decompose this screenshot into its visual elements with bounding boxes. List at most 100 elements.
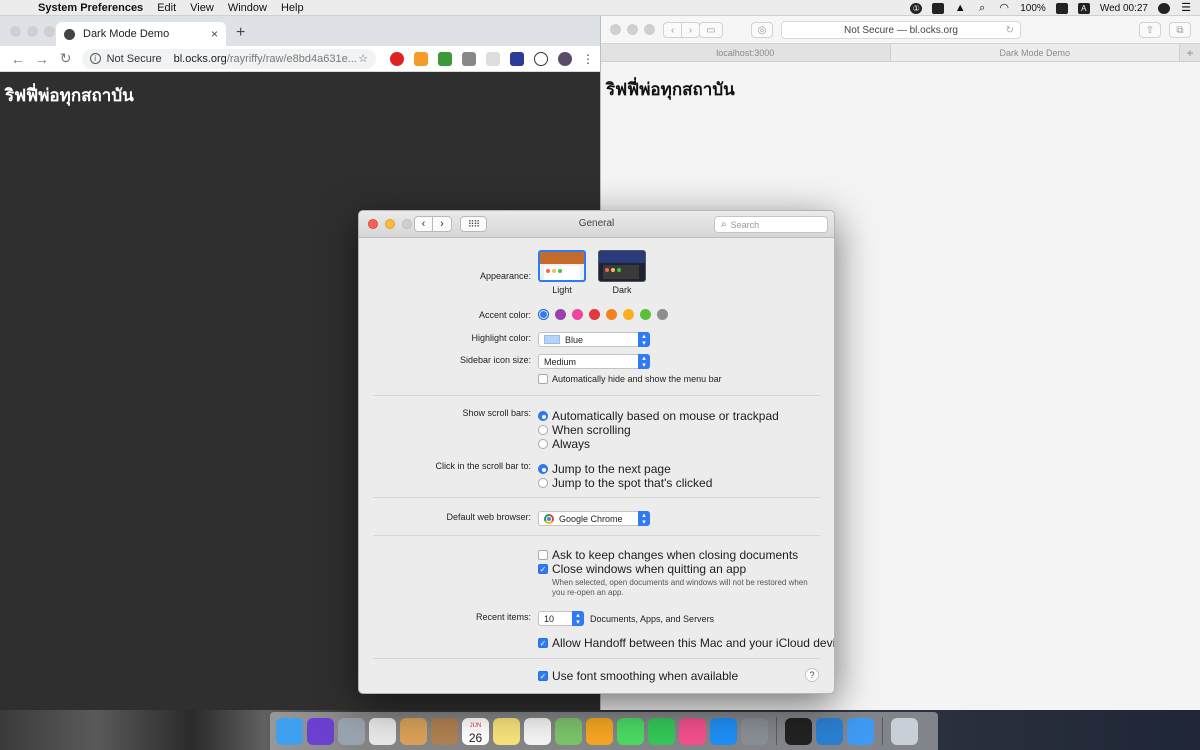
back-arrow-icon[interactable]: ‹ — [663, 22, 682, 38]
font-smoothing-checkbox[interactable]: ✓ Use font smoothing when available — [538, 669, 738, 683]
onepassword-extension-icon[interactable] — [533, 51, 548, 66]
reload-icon[interactable]: ↻ — [54, 50, 78, 67]
safari-icon[interactable] — [847, 717, 874, 745]
wifi-icon[interactable]: ◠ — [998, 2, 1010, 14]
onepassword-icon[interactable]: ◎ — [751, 22, 773, 38]
calendar-icon[interactable]: JUN 26 — [462, 717, 489, 745]
extension-blank-icon[interactable] — [485, 51, 500, 66]
facetime-icon[interactable] — [648, 717, 675, 745]
reload-icon[interactable]: ↻ — [1006, 25, 1014, 36]
messages-icon[interactable] — [617, 717, 644, 745]
cloudflare-icon[interactable] — [413, 51, 428, 66]
accent-color-swatch[interactable] — [572, 309, 583, 320]
menu-window[interactable]: Window — [228, 2, 267, 14]
menu-help[interactable]: Help — [281, 2, 304, 14]
minimize-window-button[interactable] — [627, 24, 638, 35]
maps-icon[interactable] — [555, 717, 582, 745]
close-window-button[interactable] — [610, 24, 621, 35]
onepassword-icon[interactable]: ① — [910, 2, 923, 14]
help-button[interactable]: ? — [805, 668, 819, 682]
click-scroll-option-next-page[interactable]: Jump to the next page — [538, 462, 671, 476]
handoff-checkbox[interactable]: ✓ Allow Handoff between this Mac and you… — [538, 636, 834, 650]
photos-icon[interactable] — [586, 717, 613, 745]
safari-tab-localhost[interactable]: localhost:3000 — [601, 44, 891, 61]
forward-arrow-icon[interactable]: › — [681, 22, 700, 38]
accent-color-swatch[interactable] — [555, 309, 566, 320]
scroll-bars-option-always[interactable]: Always — [538, 437, 590, 451]
zoom-window-button[interactable] — [644, 24, 655, 35]
menu-edit[interactable]: Edit — [157, 2, 176, 14]
finder-icon[interactable] — [276, 717, 303, 745]
back-arrow-icon[interactable]: ← — [6, 51, 30, 67]
eyedropper-icon[interactable] — [461, 51, 476, 66]
menu-app-name[interactable]: System Preferences — [38, 2, 143, 14]
search-field[interactable]: ⌕ Search — [714, 216, 828, 233]
input-source-icon[interactable]: A — [1077, 2, 1090, 14]
sidebar-size-popup[interactable]: Medium ▴ ▾ — [538, 354, 650, 369]
search-placeholder: Search — [730, 219, 760, 230]
recent-items-popup[interactable]: 10 ▴ ▾ — [538, 611, 584, 626]
accent-color-swatch[interactable] — [589, 309, 600, 320]
system-preferences-icon[interactable] — [741, 717, 768, 745]
clock[interactable]: Wed 00:27 — [1100, 3, 1148, 14]
bitwarden-icon[interactable] — [509, 51, 524, 66]
safari-address-bar[interactable]: Not Secure — bl.ocks.org ↻ — [781, 21, 1021, 39]
zoom-window-button[interactable] — [44, 26, 55, 37]
app-store-icon[interactable] — [710, 717, 737, 745]
terminal-icon[interactable] — [785, 717, 812, 745]
accent-color-swatch[interactable] — [606, 309, 617, 320]
itunes-icon[interactable] — [679, 717, 706, 745]
siri-icon[interactable] — [307, 717, 334, 745]
profile-avatar-icon[interactable] — [557, 51, 572, 66]
minimize-window-button[interactable] — [27, 26, 38, 37]
new-tab-button[interactable]: + — [236, 24, 245, 42]
scroll-bars-option-scrolling[interactable]: When scrolling — [538, 423, 631, 437]
menu-view[interactable]: View — [190, 2, 214, 14]
close-window-button[interactable] — [10, 26, 21, 37]
default-browser-popup[interactable]: Google Chrome ▴ ▾ — [538, 511, 650, 526]
new-tab-button[interactable]: + — [1180, 44, 1200, 61]
safari-tab-dark-mode-demo[interactable]: Dark Mode Demo — [890, 44, 1180, 61]
globe-icon — [64, 28, 75, 40]
accent-color-swatch[interactable] — [623, 309, 634, 320]
click-scroll-label: Click in the scroll bar to: — [435, 461, 531, 471]
share-icon[interactable]: ⇧ — [1139, 22, 1161, 38]
ask-keep-changes-checkbox[interactable]: Ask to keep changes when closing documen… — [538, 548, 798, 562]
vscode-icon[interactable] — [816, 717, 843, 745]
spotlight-search-icon[interactable]: ⌕ — [976, 2, 988, 14]
accent-color-swatch[interactable] — [538, 309, 549, 320]
preview-icon[interactable] — [400, 717, 427, 745]
battery-percent[interactable]: 100% — [1020, 3, 1046, 14]
adblock-plus-icon[interactable] — [389, 51, 404, 66]
launchpad-icon[interactable] — [338, 717, 365, 745]
user-avatar-icon[interactable] — [1158, 2, 1170, 14]
click-scroll-option-spot[interactable]: Jump to the spot that's clicked — [538, 476, 712, 490]
scroll-bars-option-auto[interactable]: Automatically based on mouse or trackpad — [538, 409, 779, 423]
trash-icon[interactable] — [891, 717, 918, 745]
auto-hide-menu-checkbox[interactable]: Automatically hide and show the menu bar — [538, 374, 722, 384]
chrome-tab-dark-mode-demo[interactable]: Dark Mode Demo × — [56, 22, 226, 46]
battery-icon[interactable] — [1055, 2, 1068, 14]
accent-color-swatch[interactable] — [640, 309, 651, 320]
info-icon[interactable]: i — [89, 53, 101, 64]
accent-color-swatch[interactable] — [657, 309, 668, 320]
display-icon[interactable] — [932, 2, 945, 14]
appearance-light-option[interactable]: Light — [538, 250, 586, 295]
appearance-dark-option[interactable]: Dark — [598, 250, 646, 295]
bookmark-star-icon[interactable]: ☆ — [358, 52, 368, 65]
address-bar[interactable]: i Not Secure bl.ocks.org /rayriffy/raw/e… — [81, 48, 376, 69]
sidebar-toggle-icon[interactable]: ▭ — [699, 22, 723, 38]
notes-icon[interactable] — [493, 717, 520, 745]
forward-arrow-icon[interactable]: → — [30, 51, 54, 67]
chrome-icon[interactable] — [369, 717, 396, 745]
contacts-icon[interactable] — [431, 717, 458, 745]
close-tab-icon[interactable]: × — [211, 27, 218, 41]
notification-center-icon[interactable]: ☰ — [1180, 2, 1192, 14]
more-menu-icon[interactable]: ⋮ — [582, 52, 594, 66]
rocket-extension-icon[interactable] — [437, 51, 452, 66]
highlight-color-popup[interactable]: Blue ▴ ▾ — [538, 332, 650, 347]
notification-icon[interactable]: ▲ — [954, 2, 966, 14]
tabs-overview-icon[interactable]: ⧉ — [1169, 22, 1191, 38]
reminders-icon[interactable] — [524, 717, 551, 745]
close-windows-checkbox[interactable]: ✓ Close windows when quitting an app — [538, 562, 746, 576]
